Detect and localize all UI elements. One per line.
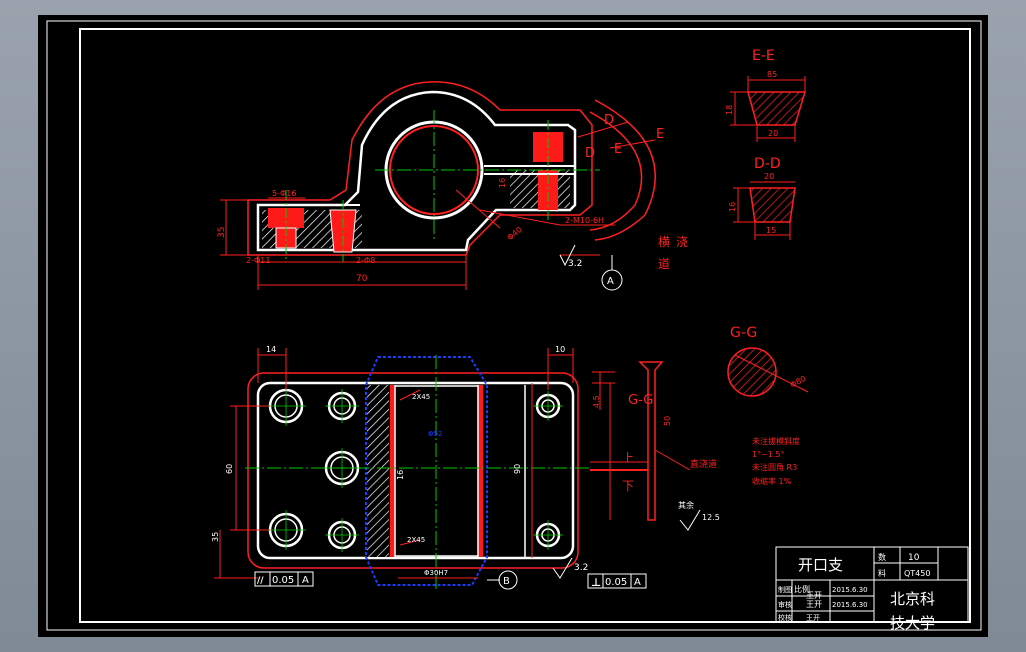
tolerance-left-datum: A [302, 575, 309, 586]
drawing-canvas: 5-Φ16 35 2-M10-6H 2-Φ8 2-Φ11 70 Φ40 16 1… [38, 15, 988, 637]
dim-chamfer-top: 2X45 [412, 393, 430, 401]
dim-chamfer-bottom: 2X45 [407, 536, 425, 544]
datum-b-label: B [503, 576, 510, 587]
dim-gap-45: 4.5 [592, 395, 601, 408]
title-school-1: 北京科 [890, 590, 935, 608]
title-count-label: 数 [878, 552, 886, 562]
title-row3-name: 王开 [806, 614, 820, 622]
tolerance-right-symbol: ⊥ [591, 576, 601, 589]
drawing-sheet [38, 15, 988, 637]
tolerance-right-datum: A [634, 577, 641, 588]
dim-inner: Φ52 [428, 430, 442, 438]
section-ee-bottom: 20 [768, 129, 778, 138]
down-mark: 下 [622, 479, 634, 493]
front-hatch [367, 385, 389, 557]
tech-note-2: 1°~1.5° [752, 450, 785, 459]
section-dd-top: 20 [764, 172, 774, 181]
title-count-value: 10 [908, 553, 920, 563]
dim-depth-18: 18 [342, 224, 351, 234]
title-row1-name: 王开 [806, 591, 822, 600]
dim-height-35: 35 [217, 227, 227, 238]
section-label-d2: D [585, 146, 595, 161]
dim-thread-hole: 2-M10-6H [565, 216, 604, 225]
gg-mark: G-G [628, 393, 653, 408]
title-row2-name: 王开 [806, 600, 822, 609]
title-row1-label: 制图 [778, 585, 792, 594]
pour-label-1: 横 [658, 235, 670, 249]
tolerance-left-symbol: // [257, 576, 264, 586]
title-row3-label: 校核 [778, 613, 792, 622]
dim-length-70: 70 [356, 274, 368, 284]
riser-label: 直浇道 [690, 458, 717, 470]
pour-label-2: 浇 [676, 235, 688, 249]
section-gg-title: G-G [730, 325, 757, 341]
title-material-label: 料 [878, 568, 886, 578]
dim-bottom-hole: 2-Φ8 [356, 256, 375, 265]
dim-height-16: 16 [498, 178, 507, 188]
tolerance-left-value: 0.05 [272, 575, 294, 586]
dim-bolt-hole: 5-Φ16 [272, 189, 296, 198]
section-dd-height: 16 [728, 202, 737, 212]
tolerance-right-value: 0.05 [605, 577, 627, 588]
section-ee-height: 18 [725, 105, 734, 115]
dim-right-10: 10 [555, 345, 565, 354]
section-label-e2: E [614, 142, 622, 157]
section-ee-title: E-E [752, 48, 775, 64]
title-row2-label: 审核 [778, 600, 792, 609]
title-row1-date: 2015.6.30 [832, 586, 868, 594]
pour-label-3: 道 [658, 257, 670, 271]
section-dd-bottom: 15 [766, 226, 776, 235]
dim-len-50: 50 [663, 416, 672, 426]
dim-len-16: 16 [396, 470, 405, 480]
section-ee-shape [747, 91, 807, 126]
tech-note-1: 未注拔模斜度 [752, 436, 800, 446]
surface-other-label: 其余 [678, 500, 694, 510]
title-part-name: 开口支 [798, 556, 843, 574]
tech-note-3: 未注圆角 R3 [752, 462, 797, 472]
title-row2-date: 2015.6.30 [832, 601, 868, 609]
title-material-value: QT450 [904, 569, 930, 578]
dim-width-90: 90 [513, 464, 522, 474]
dim-width-60: 60 [225, 464, 234, 474]
surface-other-value: 12.5 [702, 513, 720, 522]
dim-left-14: 14 [266, 345, 276, 354]
tech-note-4: 收缩率 1% [752, 476, 792, 486]
title-school-2: 技大学 [890, 614, 935, 632]
dim-left-hole: 2-Φ11 [246, 256, 270, 265]
up-mark: 上 [622, 451, 634, 465]
section-label-d1: D [604, 113, 614, 128]
base-section-right [362, 222, 452, 248]
section-dd-shape [749, 187, 796, 223]
datum-a-label: A [607, 276, 614, 287]
section-label-e1: E [656, 127, 664, 142]
section-ee-top: 85 [767, 70, 777, 79]
dim-bore: Φ30H7 [424, 569, 448, 577]
dim-offset-35: 35 [211, 532, 220, 542]
section-dd-title: D-D [754, 156, 781, 172]
roughness-front-value: 3.2 [574, 563, 588, 573]
roughness-value: 3.2 [568, 259, 582, 269]
